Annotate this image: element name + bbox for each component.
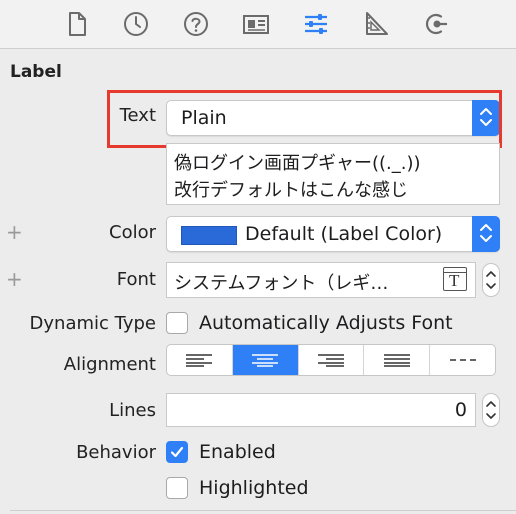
history-inspector-icon[interactable] [121, 9, 151, 39]
checkmark-icon [170, 446, 184, 458]
color-row-label: Color [109, 222, 156, 243]
color-swatch [181, 226, 237, 245]
font-field[interactable]: システムフォント（レギ… T [166, 262, 476, 298]
divider [10, 510, 516, 511]
inspector-toolbar [0, 0, 516, 49]
adjusts-font-checkbox[interactable] [166, 312, 188, 334]
quick-help-icon[interactable] [181, 9, 211, 39]
align-left-icon [186, 354, 213, 367]
alignment-segmented-control[interactable] [166, 344, 496, 376]
align-center-icon [252, 354, 279, 367]
attributes-inspector-icon[interactable] [301, 9, 331, 39]
behavior-label: Behavior [76, 442, 156, 463]
connections-inspector-icon[interactable] [421, 9, 451, 39]
font-value: システムフォント（レギ… [174, 273, 389, 294]
align-natural-icon [449, 359, 476, 361]
lines-label: Lines [109, 400, 156, 421]
file-inspector-icon[interactable] [62, 9, 92, 39]
lines-field[interactable]: 0 [166, 393, 476, 427]
text-line-1: 偽ログイン画面プギャー((._.)) [174, 153, 421, 174]
dynamic-type-label: Dynamic Type [29, 313, 156, 334]
label-text-area[interactable]: 偽ログイン画面プギャー((._.)) 改行デフォルトはこんな感じ [166, 143, 500, 205]
font-row-label: Font [116, 269, 156, 290]
align-center-button[interactable] [232, 345, 299, 375]
adjusts-font-checkbox-label: Automatically Adjusts Font [199, 312, 453, 334]
text-line-2: 改行デフォルトはこんな感じ [174, 180, 408, 201]
enabled-checkbox-label: Enabled [199, 441, 276, 463]
align-left-button[interactable] [167, 345, 233, 375]
highlighted-checkbox-label: Highlighted [199, 477, 309, 499]
add-color-variation-icon[interactable]: + [6, 222, 23, 242]
identity-inspector-icon[interactable] [241, 9, 271, 39]
align-natural-button[interactable] [430, 345, 495, 375]
annotation-highlight-box [107, 90, 502, 148]
align-justified-button[interactable] [364, 345, 431, 375]
enabled-checkbox[interactable] [166, 441, 188, 463]
align-right-icon [317, 354, 344, 367]
color-popup[interactable]: Default (Label Color) [166, 216, 500, 252]
add-font-variation-icon[interactable]: + [6, 269, 23, 289]
font-size-stepper[interactable] [482, 263, 500, 297]
font-picker-icon[interactable]: T [443, 267, 467, 291]
section-title-label: Label [10, 62, 62, 82]
align-right-button[interactable] [299, 345, 365, 375]
alignment-label: Alignment [63, 354, 156, 375]
color-value: Default (Label Color) [245, 223, 443, 245]
align-justified-icon [383, 354, 410, 367]
lines-value: 0 [454, 399, 467, 421]
popup-arrows-icon [472, 216, 500, 252]
highlighted-checkbox[interactable] [166, 477, 188, 499]
size-inspector-icon[interactable] [361, 9, 391, 39]
lines-stepper[interactable] [482, 393, 500, 427]
